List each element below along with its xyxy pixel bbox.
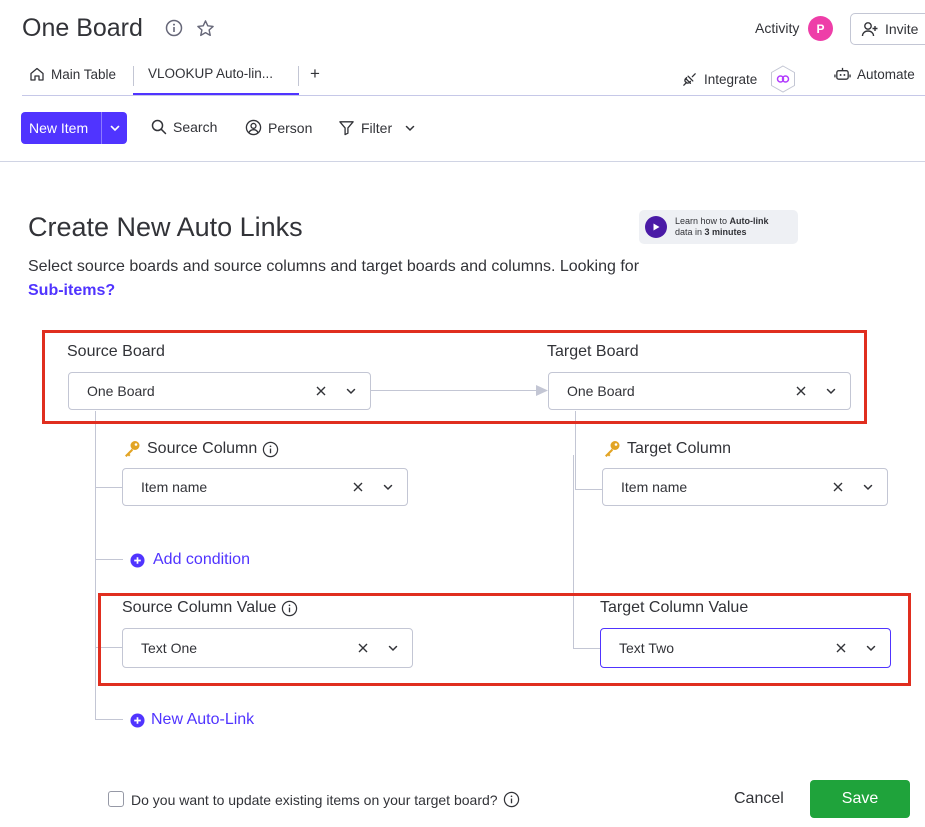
target-column-select[interactable]: Item name (602, 468, 888, 506)
tutorial-video-card[interactable]: Learn how to Auto-link data in 3 minutes (639, 210, 798, 244)
add-condition-label: Add condition (153, 551, 250, 568)
video-line2-bold: 3 minutes (704, 227, 747, 237)
source-tree-line (95, 411, 96, 719)
search-button[interactable]: Search (151, 119, 217, 135)
source-column-heading: Source Column (122, 439, 279, 459)
source-column-label: Source Column (147, 440, 258, 457)
integrate-label: Integrate (704, 71, 758, 87)
target-column-heading: Target Column (602, 439, 731, 459)
home-icon (29, 66, 45, 82)
new-item-button[interactable]: New Item (21, 112, 127, 144)
new-auto-link-button[interactable]: New Auto-Link (130, 711, 254, 729)
integrate-button[interactable]: Integrate (681, 65, 797, 93)
info-icon[interactable] (262, 441, 279, 458)
chevron-down-icon[interactable] (369, 481, 407, 493)
plus-circle-icon (130, 712, 145, 728)
target-tree-branch (575, 489, 603, 490)
clear-icon[interactable] (827, 481, 849, 493)
star-icon[interactable] (196, 19, 215, 38)
source-tree-branch (95, 487, 123, 488)
filter-button[interactable]: Filter (338, 119, 416, 136)
board-title: One Board (22, 14, 143, 42)
person-label: Person (268, 119, 313, 136)
toolbar-divider (0, 161, 925, 162)
chevron-down-icon[interactable] (404, 122, 416, 134)
person-icon (245, 119, 262, 136)
info-icon[interactable] (165, 19, 183, 37)
target-column-label: Target Column (627, 440, 732, 457)
add-user-icon (861, 20, 879, 38)
clear-icon[interactable] (347, 481, 369, 493)
info-icon[interactable] (503, 791, 520, 808)
automate-button[interactable]: Automate (834, 66, 915, 83)
source-column-select[interactable]: Item name (122, 468, 408, 506)
invite-button[interactable]: Invite (850, 13, 925, 45)
highlight-box-column-values (98, 593, 911, 686)
person-filter-button[interactable]: Person (245, 119, 312, 136)
tab-label: Main Table (51, 66, 117, 82)
add-tab-button[interactable]: + (310, 64, 320, 84)
chevron-down-icon[interactable] (102, 122, 127, 134)
tab-main-table[interactable]: Main Table (29, 66, 116, 82)
key-icon (122, 439, 142, 459)
tab-divider (133, 66, 134, 86)
plug-icon (681, 71, 698, 88)
tab-vlookup-auto-link[interactable]: VLOOKUP Auto-lin... (148, 66, 273, 81)
chevron-down-icon[interactable] (849, 481, 887, 493)
sub-items-link[interactable]: Sub-items? (28, 282, 115, 299)
video-card-text: Learn how to Auto-link data in 3 minutes (675, 216, 769, 238)
cancel-button[interactable]: Cancel (734, 790, 784, 808)
activity-button[interactable]: Activity (755, 20, 799, 36)
filter-label: Filter (361, 119, 393, 136)
automate-label: Automate (857, 67, 915, 82)
source-column-value: Item name (141, 479, 208, 495)
search-label: Search (173, 119, 218, 135)
key-icon (602, 439, 622, 459)
avatar[interactable]: P (808, 16, 833, 41)
update-existing-label: Do you want to update existing items on … (131, 791, 498, 808)
update-existing-label-row: Do you want to update existing items on … (131, 791, 520, 808)
update-existing-checkbox[interactable] (108, 791, 124, 807)
tab-divider (298, 66, 299, 86)
new-item-label: New Item (29, 120, 89, 136)
video-line1-bold: Auto-link (729, 216, 769, 226)
play-icon (645, 216, 667, 238)
target-column-value: Item name (621, 479, 688, 495)
search-icon (151, 119, 167, 135)
video-line2-prefix: data in (675, 227, 705, 237)
add-condition-button[interactable]: Add condition (130, 551, 250, 569)
integration-app-icon (769, 65, 797, 93)
source-tree-branch (95, 559, 123, 560)
filter-icon (338, 119, 355, 136)
invite-label: Invite (885, 21, 919, 37)
page-title: Create New Auto Links (28, 212, 303, 242)
page-description: Select source boards and source columns … (28, 255, 648, 303)
plus-circle-icon (130, 552, 145, 568)
robot-icon (834, 66, 851, 83)
tab-label: VLOOKUP Auto-lin... (148, 66, 274, 81)
source-tree-branch (95, 719, 123, 720)
description-text: Select source boards and source columns … (28, 258, 640, 275)
highlight-box-boards (42, 330, 867, 424)
save-button[interactable]: Save (810, 780, 910, 818)
tabs-divider (22, 95, 925, 96)
new-auto-link-label: New Auto-Link (151, 711, 255, 728)
video-line1-prefix: Learn how to (675, 216, 730, 226)
